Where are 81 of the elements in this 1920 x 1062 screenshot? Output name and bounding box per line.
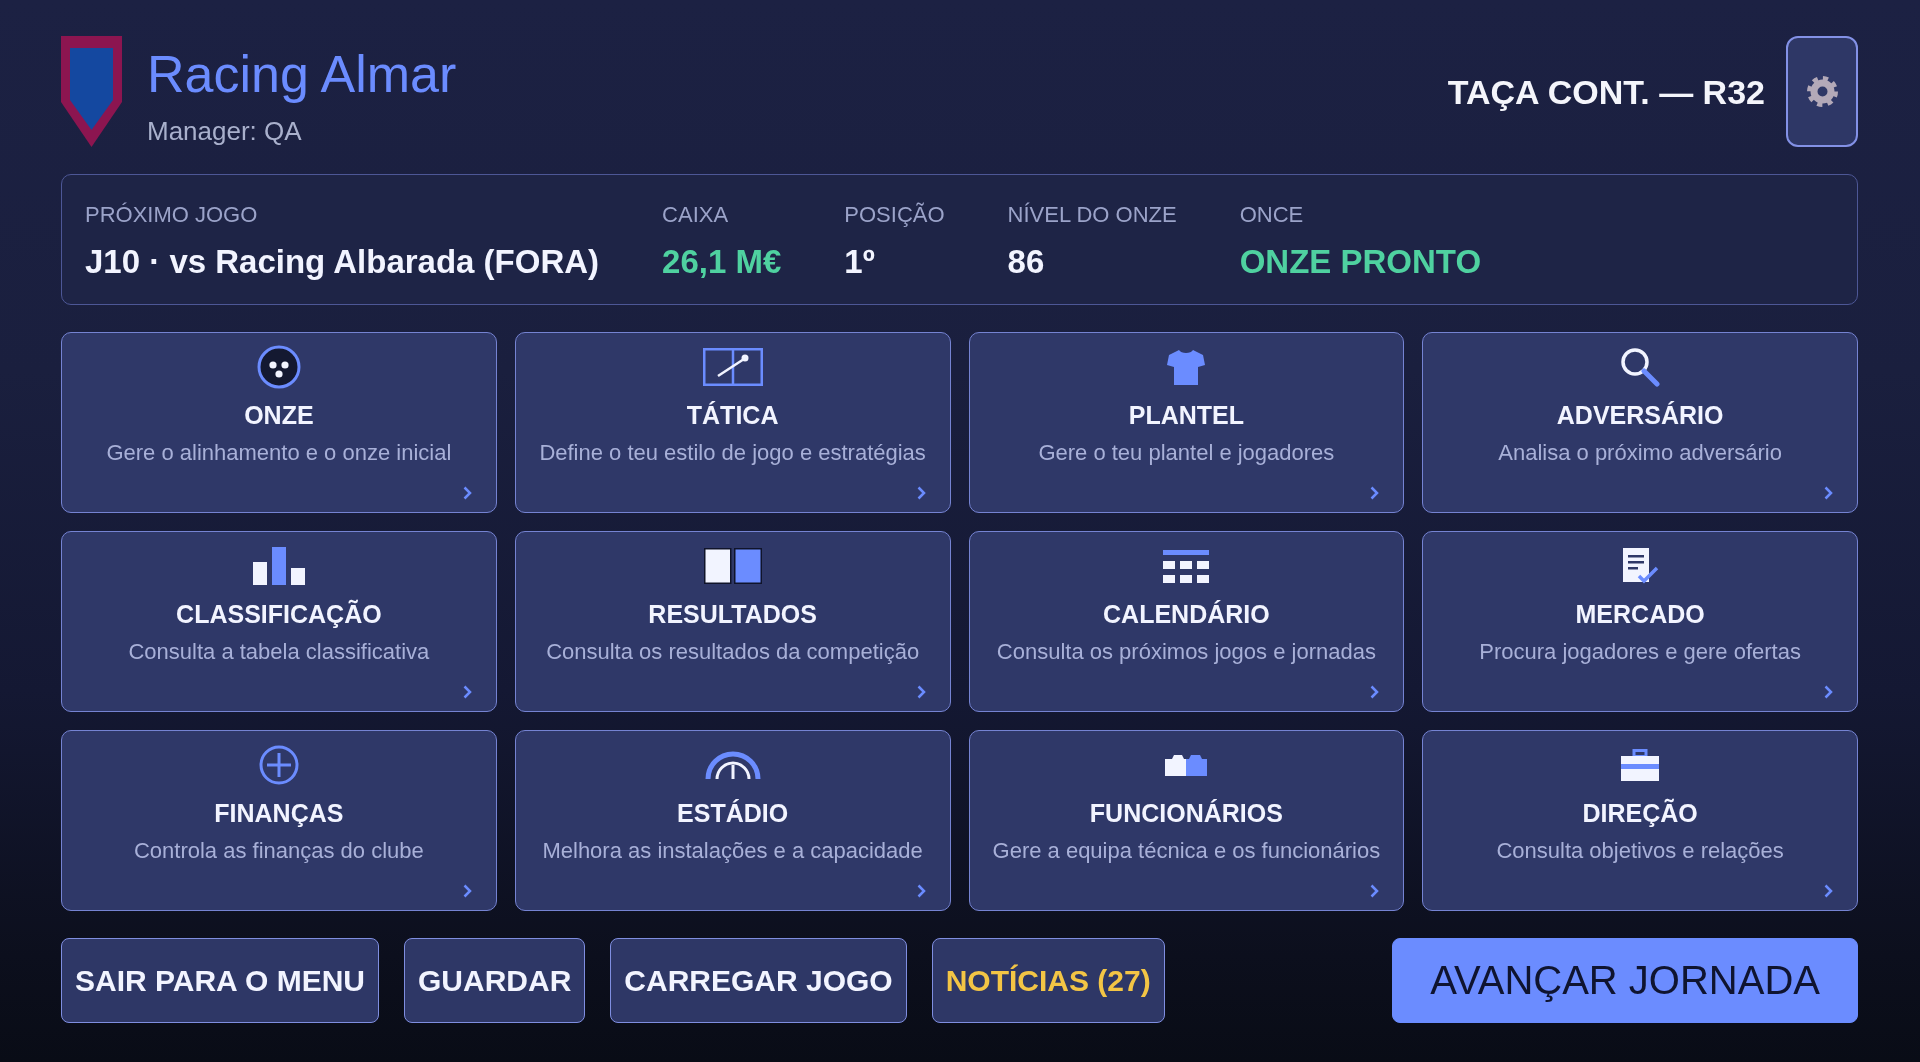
news-button[interactable]: NOTÍCIAS (27) xyxy=(931,938,1165,1023)
calendar-icon xyxy=(1163,549,1210,583)
card-description: Consulta objetivos e relações xyxy=(1496,838,1784,864)
two-blocks-icon xyxy=(1165,754,1208,776)
club-name: Racing Almar xyxy=(147,44,457,104)
card-description: Define o teu estilo de jogo e estratégias xyxy=(539,440,926,466)
menu-card[interactable]: FINANÇAS Controla as finanças do clube xyxy=(61,730,497,911)
ball-icon xyxy=(256,345,301,389)
advance-round-button[interactable]: AVANÇAR JORNADA xyxy=(1392,938,1858,1023)
card-title: ADVERSÁRIO xyxy=(1556,400,1724,430)
card-description: Analisa o próximo adversário xyxy=(1498,440,1782,466)
card-description: Consulta os resultados da competição xyxy=(546,639,920,665)
chevron-right-icon xyxy=(1824,884,1833,898)
menu-card[interactable]: CLASSIFICAÇÃO Consulta a tabela classificativa xyxy=(61,531,497,712)
menu-card[interactable]: MERCADO Procura jogadores e gere ofertas xyxy=(1422,531,1858,712)
card-description: Gere o alinhamento e o onze inicial xyxy=(106,440,452,466)
menu-card[interactable]: TÁTICA Define o teu estilo de jogo e estratégias xyxy=(514,332,951,513)
menu-card[interactable]: FUNCIONÁRIOS Gere a equipa técnica e os funcionários xyxy=(968,730,1405,911)
stat-value: J10 · vs Racing Albarada (FORA) xyxy=(85,242,600,282)
card-description: Controla as finanças do clube xyxy=(133,838,424,864)
stat-label: CAIXA xyxy=(662,202,729,228)
plus-circle-icon xyxy=(258,745,299,785)
menu-card[interactable]: RESULTADOS Consulta os resultados da competição xyxy=(514,531,951,712)
card-description: Gere o teu plantel e jogadores xyxy=(1038,440,1335,466)
card-title: FUNCIONÁRIOS xyxy=(1089,798,1283,828)
card-title: ESTÁDIO xyxy=(677,798,789,828)
briefcase-icon xyxy=(1620,749,1661,781)
stat-value: 26,1 M€ xyxy=(662,242,782,282)
card-title: DIREÇÃO xyxy=(1582,798,1698,828)
card-title: FINANÇAS xyxy=(214,798,344,828)
shield-crest-icon xyxy=(61,36,122,147)
menu-card[interactable]: ONZE Gere o alinhamento e o onze inicial xyxy=(61,332,497,513)
gauge-icon xyxy=(704,751,761,779)
card-title: ONZE xyxy=(244,400,314,430)
settings-button[interactable] xyxy=(1786,36,1858,147)
menu-card[interactable]: ADVERSÁRIO Analisa o próximo adversário xyxy=(1422,332,1858,513)
chevron-right-icon xyxy=(1370,486,1380,500)
document-check-icon xyxy=(1621,547,1660,585)
save-button[interactable]: GUARDAR xyxy=(404,938,586,1023)
chevron-right-icon xyxy=(916,486,926,500)
stat-value: 1º xyxy=(844,242,875,282)
two-panels-icon xyxy=(703,548,762,584)
chevron-right-icon xyxy=(462,486,472,500)
card-title: TÁTICA xyxy=(686,400,779,430)
settings-icon xyxy=(1806,76,1838,107)
menu-card[interactable]: CALENDÁRIO Consulta os próximos jogos e jornadas xyxy=(968,531,1405,712)
exit-menu-button[interactable]: SAIR PARA O MENU xyxy=(61,938,379,1023)
search-icon xyxy=(1620,347,1661,387)
card-description: Gere a equipa técnica e os funcionários xyxy=(992,838,1381,864)
menu-card[interactable]: DIREÇÃO Consulta objetivos e relações xyxy=(1422,730,1858,911)
chevron-right-icon xyxy=(462,884,472,898)
stat-label: POSIÇÃO xyxy=(844,202,945,228)
chevron-right-icon xyxy=(462,685,472,699)
card-description: Procura jogadores e gere ofertas xyxy=(1479,639,1801,665)
card-title: RESULTADOS xyxy=(648,599,817,629)
chevron-right-icon xyxy=(1824,486,1833,500)
chevron-right-icon xyxy=(1824,685,1833,699)
stat-label: PRÓXIMO JOGO xyxy=(85,202,258,228)
tactics-board-icon xyxy=(702,348,763,386)
load-game-button[interactable]: CARREGAR JOGO xyxy=(610,938,907,1023)
card-title: CLASSIFICAÇÃO xyxy=(176,599,382,629)
menu-card[interactable]: ESTÁDIO Melhora as instalações e a capacidade xyxy=(514,730,951,911)
chevron-right-icon xyxy=(1370,685,1380,699)
bar-chart-icon xyxy=(252,547,305,585)
chevron-right-icon xyxy=(916,884,926,898)
stat-label: ONCE xyxy=(1239,202,1304,228)
stat-value: 86 xyxy=(1007,242,1045,282)
card-title: PLANTEL xyxy=(1128,400,1244,430)
card-title: CALENDÁRIO xyxy=(1103,599,1270,629)
card-title: MERCADO xyxy=(1575,599,1705,629)
chevron-right-icon xyxy=(916,685,926,699)
shirt-icon xyxy=(1167,349,1206,385)
competition-round: TAÇA CONT. — R32 xyxy=(1447,71,1765,112)
card-description: Consulta a tabela classificativa xyxy=(128,639,430,665)
card-description: Melhora as instalações e a capacidade xyxy=(542,838,923,864)
stat-value: ONZE PRONTO xyxy=(1239,242,1482,282)
chevron-right-icon xyxy=(1370,884,1380,898)
stat-label: NÍVEL DO ONZE xyxy=(1007,202,1177,228)
card-description: Consulta os próximos jogos e jornadas xyxy=(996,639,1376,665)
menu-card[interactable]: PLANTEL Gere o teu plantel e jogadores xyxy=(968,332,1405,513)
manager-label: Manager: QA xyxy=(147,115,302,147)
